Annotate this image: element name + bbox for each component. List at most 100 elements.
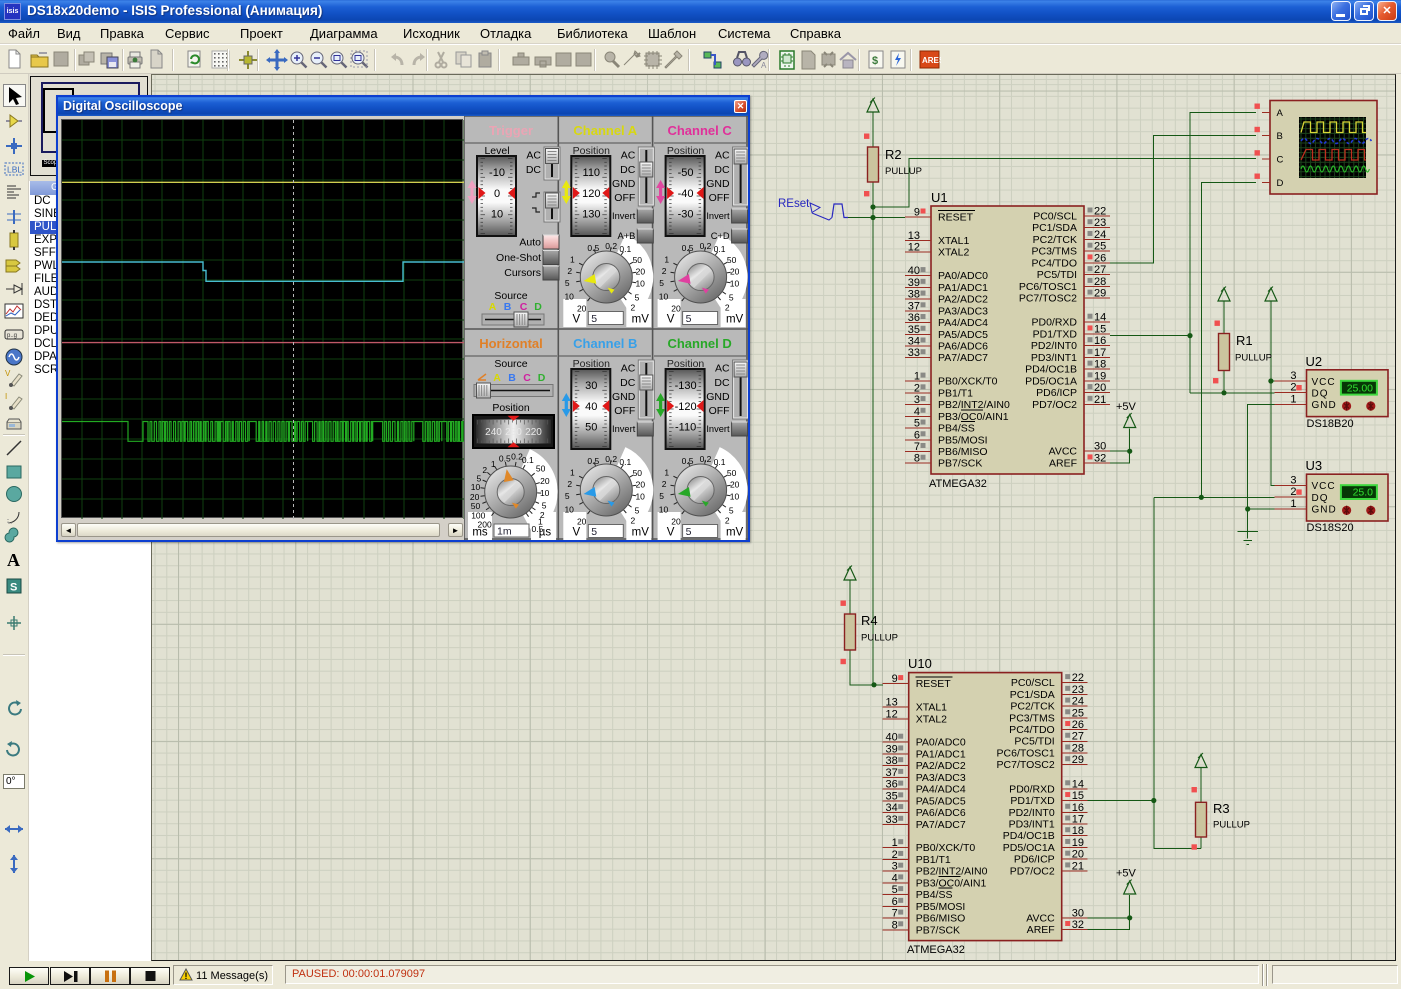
svg-text:120: 120 [582,188,600,200]
svg-text:A: A [761,61,767,70]
svg-text:8: 8 [913,452,919,464]
svg-text:-40: -40 [678,188,694,200]
svg-text:Source: Source [494,358,527,370]
svg-text:5: 5 [686,526,692,538]
svg-text:A: A [489,301,497,313]
svg-text:µs: µs [539,527,552,539]
svg-text:110: 110 [583,167,601,179]
svg-text:OFF: OFF [614,405,635,417]
svg-text:DC: DC [620,164,636,176]
svg-text:12: 12 [907,241,919,253]
svg-text:AC: AC [715,150,730,162]
svg-text:PA2/ADC2: PA2/ADC2 [938,293,988,305]
svg-text:5: 5 [591,526,597,538]
svg-text:A: A [1276,107,1283,118]
svg-text:DC: DC [714,377,730,389]
svg-text:D: D [1276,177,1283,188]
svg-text:36: 36 [907,312,919,324]
svg-text:1: 1 [664,255,669,265]
svg-text:50: 50 [633,468,643,478]
svg-text:A: A [7,550,20,570]
svg-text:PC1/SDA: PC1/SDA [1032,222,1077,234]
svg-text:PULLUP: PULLUP [1213,819,1250,830]
svg-text:20: 20 [671,304,681,314]
svg-text:V: V [667,314,675,326]
svg-text:19: 19 [1094,370,1106,382]
svg-text:PD6/ICP: PD6/ICP [1036,387,1077,399]
svg-text:B: B [1276,131,1282,142]
svg-text:20: 20 [636,267,646,277]
svg-text:10: 10 [659,292,669,302]
svg-text:5: 5 [729,293,734,303]
svg-text:0.5: 0.5 [499,454,511,464]
svg-text:PB0/XCK/T0: PB0/XCK/T0 [938,375,998,387]
svg-text:14: 14 [1094,311,1106,323]
svg-text:5: 5 [659,491,664,501]
svg-text:PD5/OC1A: PD5/OC1A [1025,375,1077,387]
svg-text:29: 29 [1094,287,1106,299]
svg-text:PB7/SCK: PB7/SCK [938,457,982,469]
svg-text:DC: DC [620,377,636,389]
svg-text:3: 3 [1290,370,1296,382]
svg-text:20: 20 [636,480,646,490]
svg-text:22: 22 [1094,205,1106,217]
svg-text:20: 20 [540,476,550,486]
svg-text:33: 33 [907,347,919,359]
svg-text:XTAL1: XTAL1 [938,234,969,246]
svg-text:!: ! [185,971,188,981]
svg-text:2: 2 [567,479,572,489]
svg-text:OFF: OFF [614,192,635,204]
svg-text:10: 10 [730,492,740,502]
svg-text:ATMEGA32: ATMEGA32 [907,944,965,956]
svg-text:GND: GND [612,391,636,403]
svg-text:50: 50 [536,464,546,474]
svg-text:1m: 1m [497,526,512,538]
svg-text:10: 10 [540,488,550,498]
svg-text:AC: AC [715,363,730,375]
svg-text:XTAL2: XTAL2 [938,246,969,258]
svg-text:2: 2 [913,382,919,394]
svg-text:50: 50 [633,255,643,265]
svg-text:30: 30 [1094,440,1106,452]
svg-text:I: I [5,392,7,401]
svg-text:PULLUP: PULLUP [885,166,922,177]
svg-text:Channel A: Channel A [573,123,637,138]
svg-text:PB2/INT2/AIN0: PB2/INT2/AIN0 [938,399,1010,411]
svg-text:50: 50 [727,255,737,265]
svg-text:PA4/ADC4: PA4/ADC4 [938,317,988,329]
svg-text:18: 18 [1094,358,1106,370]
svg-text:30: 30 [585,380,597,392]
svg-text:2: 2 [631,303,636,313]
svg-text:PD2/INT0: PD2/INT0 [1030,340,1076,352]
svg-text:Invert: Invert [612,424,636,434]
svg-text:AREF: AREF [1048,457,1076,469]
svg-text:ATMEGA32: ATMEGA32 [929,478,987,490]
svg-text:35: 35 [907,323,919,335]
svg-text:C: C [520,301,528,313]
svg-text:V: V [572,527,580,539]
svg-text:GND: GND [706,178,730,190]
svg-text:17: 17 [1094,346,1106,358]
svg-text:U1: U1 [931,190,948,205]
svg-text:Invert: Invert [612,211,636,221]
svg-text:16: 16 [1094,335,1106,347]
svg-text:-10: -10 [489,167,505,179]
svg-text:5: 5 [729,506,734,516]
svg-text:C+D: C+D [711,231,730,241]
svg-text:26: 26 [1094,252,1106,264]
svg-text:DS18B20: DS18B20 [1306,417,1353,429]
svg-text:mV: mV [726,527,744,539]
svg-text:0.5: 0.5 [682,456,694,466]
svg-text:Trigger: Trigger [489,123,533,138]
svg-text:Channel B: Channel B [573,336,637,351]
svg-text:PC6/TOSC1: PC6/TOSC1 [1018,280,1076,292]
svg-text:Auto: Auto [519,237,541,249]
svg-text:34: 34 [907,335,919,347]
svg-text:RESET: RESET [938,211,974,223]
svg-text:R1: R1 [1236,333,1253,348]
svg-text:-130: -130 [675,380,697,392]
svg-text:25: 25 [1094,240,1106,252]
svg-text:-110: -110 [675,422,696,434]
svg-text:1: 1 [1290,393,1296,405]
svg-text:V: V [667,527,675,539]
